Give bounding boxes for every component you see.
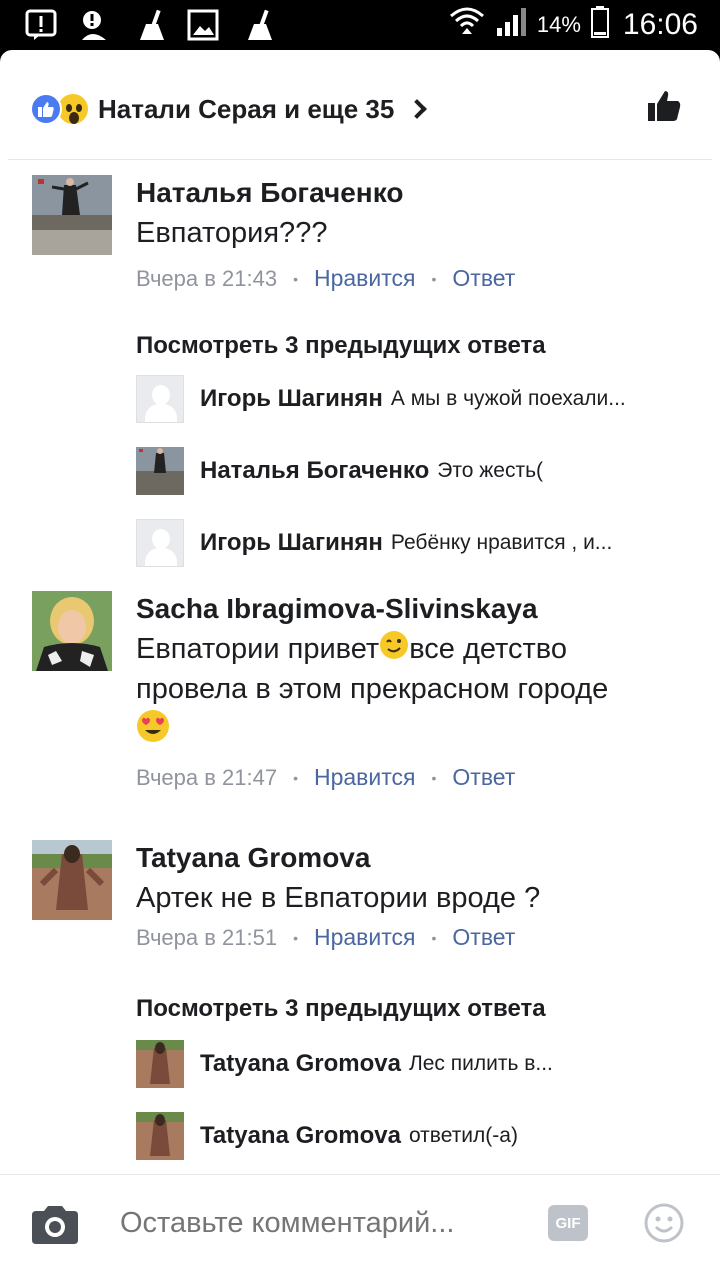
comment: Sacha Ibragimova-Slivinskaya Евпатории п… — [32, 591, 692, 811]
avatar[interactable] — [136, 1040, 184, 1088]
battery-percent: 14% — [536, 11, 581, 37]
comments-sheet: Натали Серая и еще 35 Наталья Богаченко … — [0, 50, 720, 1280]
avatar[interactable] — [136, 519, 184, 567]
alert-person-icon — [78, 8, 114, 42]
status-bar: 14% 16:06 — [0, 0, 720, 50]
like-link[interactable]: Нравится — [314, 764, 416, 791]
separator-dot: • — [293, 270, 298, 287]
reply-author[interactable]: Tatyana Gromova — [200, 1050, 401, 1078]
battery-icon — [590, 6, 609, 43]
like-link[interactable]: Нравится — [314, 924, 416, 951]
comment-meta: Вчера в 21:51 • Нравится • Ответ — [136, 924, 696, 951]
avatar[interactable] — [136, 375, 184, 423]
comment-author[interactable]: Sacha Ibragimova-Slivinskaya — [136, 591, 696, 627]
avatar[interactable] — [32, 840, 112, 920]
reply-link[interactable]: Ответ — [452, 924, 515, 951]
comment-text-part: Евпатории привет — [136, 633, 380, 665]
reply-link[interactable]: Ответ — [452, 764, 515, 791]
reply-author[interactable]: Игорь Шагинян — [200, 529, 383, 557]
reply-text: Это жесть( — [437, 459, 544, 482]
avatar[interactable] — [136, 1112, 184, 1160]
reply-text: ответил(-а) — [408, 1124, 518, 1147]
chevron-right-icon — [407, 99, 428, 119]
gif-button[interactable]: GIF — [548, 1205, 588, 1241]
reply-text: А мы в чужой поехали... — [390, 387, 626, 410]
separator-dot: • — [431, 929, 437, 946]
separator-dot: • — [431, 270, 437, 287]
comment-text: Артек не в Евпатории вроде ? — [136, 882, 541, 914]
comment-input[interactable] — [120, 1203, 520, 1243]
comment-composer: GIF — [0, 1174, 720, 1280]
separator-dot: • — [431, 769, 437, 786]
wink-emoji-icon — [379, 630, 409, 660]
reply-text: Лес пилить в... — [408, 1052, 553, 1075]
like-link[interactable]: Нравится — [314, 265, 416, 292]
reply-item: Tatyana Gromova ответил(-а) — [136, 1112, 696, 1160]
reactions-summary[interactable]: Натали Серая и еще 35 — [30, 92, 428, 126]
notification-alert-icon — [24, 8, 60, 42]
comment-author[interactable]: Tatyana Gromova — [136, 840, 696, 876]
reactions-title: Натали Серая и еще 35 — [98, 93, 395, 124]
separator-dot: • — [293, 929, 298, 946]
camera-icon[interactable] — [30, 1205, 80, 1245]
reply-item: Наталья Богаченко Это жесть( — [136, 447, 696, 495]
reply-text: Ребёнку нравится , и... — [390, 531, 613, 554]
avatar[interactable] — [32, 175, 112, 255]
emoji-icon[interactable] — [644, 1203, 684, 1243]
cleaner-icon-2 — [240, 8, 276, 42]
reactions-header: Натали Серая и еще 35 — [8, 50, 712, 160]
avatar[interactable] — [32, 591, 112, 671]
clock: 16:06 — [622, 7, 698, 41]
comment-time: Вчера в 21:47 — [136, 764, 278, 790]
comment-time: Вчера в 21:43 — [136, 265, 278, 291]
signal-icon — [495, 6, 527, 43]
gallery-icon — [186, 8, 222, 42]
comment-text-part: все детство — [409, 633, 567, 665]
comment-text: Евпатория??? — [136, 217, 328, 249]
avatar[interactable] — [136, 447, 184, 495]
comment-time: Вчера в 21:51 — [136, 924, 278, 950]
heart-eyes-emoji-icon — [136, 709, 170, 743]
comment-meta: Вчера в 21:47 • Нравится • Ответ — [136, 764, 696, 791]
comment-text-part: провела в этом прекрасном городе — [136, 673, 609, 705]
wifi-icon — [449, 6, 485, 43]
reply-author[interactable]: Игорь Шагинян — [200, 385, 383, 413]
reply-author[interactable]: Наталья Богаченко — [200, 457, 429, 485]
comment: Tatyana Gromova Артек не в Евпатории вро… — [32, 840, 692, 960]
reply-link[interactable]: Ответ — [452, 265, 515, 292]
view-previous-replies[interactable]: Посмотреть 3 предыдущих ответа — [136, 332, 546, 360]
cleaner-icon — [132, 8, 168, 42]
comment: Наталья Богаченко Евпатория??? Вчера в 2… — [32, 175, 692, 295]
like-reaction-icon — [30, 93, 62, 125]
like-button-icon[interactable] — [646, 88, 682, 124]
reply-item: Игорь Шагинян Ребёнку нравится , и... — [136, 519, 696, 567]
reply-author[interactable]: Tatyana Gromova — [200, 1122, 401, 1150]
reply-item: Tatyana Gromova Лес пилить в... — [136, 1040, 696, 1088]
comment-text: Евпатории привет все детство провела в эт… — [136, 629, 696, 750]
comment-author[interactable]: Наталья Богаченко — [136, 175, 696, 211]
comment-meta: Вчера в 21:43 • Нравится • Ответ — [136, 265, 696, 292]
reply-item: Игорь Шагинян А мы в чужой поехали... — [136, 375, 696, 423]
separator-dot: • — [293, 769, 298, 786]
view-previous-replies[interactable]: Посмотреть 3 предыдущих ответа — [136, 995, 546, 1023]
